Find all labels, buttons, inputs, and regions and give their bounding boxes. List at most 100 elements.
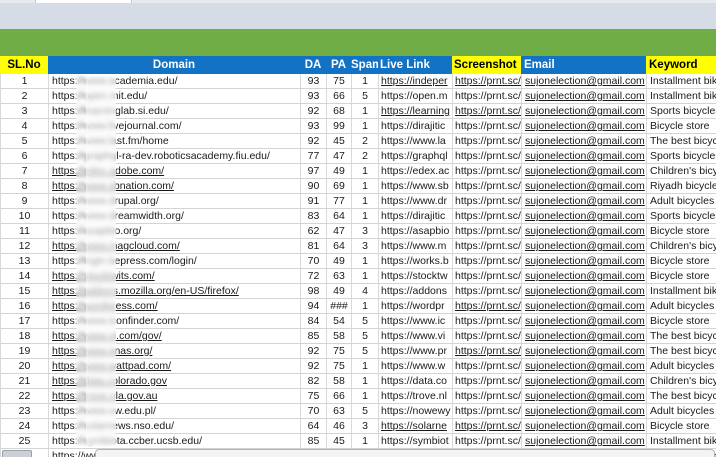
- email-link[interactable]: sujonelection@gmail.com: [522, 389, 647, 403]
- email-link[interactable]: sujonelection@gmail.com: [522, 239, 647, 253]
- email-link[interactable]: sujonelection@gmail.com: [522, 119, 647, 133]
- email-link[interactable]: sujonelection@gmail.com: [522, 404, 647, 418]
- live-link[interactable]: https://www.pr: [379, 344, 453, 358]
- scrollbar-corner[interactable]: [2, 450, 32, 457]
- screenshot-link[interactable]: https://prnt.sc/: [453, 314, 522, 328]
- email-link[interactable]: sujonelection@gmail.com: [522, 419, 647, 433]
- live-link[interactable]: https://solarne: [379, 419, 453, 433]
- live-link[interactable]: https://nowewy: [379, 404, 453, 418]
- screenshot-link[interactable]: https://prnt.sc/: [453, 224, 522, 238]
- screenshot-link[interactable]: https://prnt.sc/: [453, 134, 522, 148]
- screenshot-link[interactable]: https://prnt.sc/: [453, 329, 522, 343]
- domain-link[interactable]: https://www.drupal.org/: [49, 194, 301, 208]
- live-link[interactable]: https://indeper: [379, 74, 453, 88]
- live-link[interactable]: https://data.co: [379, 374, 453, 388]
- email-link[interactable]: sujonelection@gmail.com: [522, 434, 647, 448]
- domain-link[interactable]: https://trove.nla.gov.au: [49, 389, 301, 403]
- live-link[interactable]: https://dirajitic: [379, 119, 453, 133]
- domain-link[interactable]: https://solarnews.nso.edu/: [49, 419, 301, 433]
- screenshot-link[interactable]: https://prnt.sc/: [453, 254, 522, 268]
- live-link[interactable]: https://works.b: [379, 254, 453, 268]
- header-keyword[interactable]: Keyword: [646, 56, 716, 74]
- domain-link[interactable]: https://www.academia.edu/: [49, 74, 301, 88]
- domain-link[interactable]: https://edex.adobe.com/: [49, 164, 301, 178]
- domain-link[interactable]: https://open.mit.edu/: [49, 89, 301, 103]
- screenshot-link[interactable]: https://prnt.sc/: [453, 104, 522, 118]
- screenshot-link[interactable]: https://prnt.sc/: [453, 149, 522, 163]
- domain-link[interactable]: https://www.iconfinder.com/: [49, 314, 301, 328]
- email-link[interactable]: sujonelection@gmail.com: [522, 269, 647, 283]
- screenshot-link[interactable]: https://prnt.sc/: [453, 269, 522, 283]
- live-link[interactable]: https://www.m: [379, 239, 453, 253]
- email-link[interactable]: sujonelection@gmail.com: [522, 359, 647, 373]
- domain-link[interactable]: https://www.livejournal.com/: [49, 119, 301, 133]
- email-link[interactable]: sujonelection@gmail.com: [522, 374, 647, 388]
- header-spam-score[interactable]: Spam Score: [351, 56, 378, 74]
- domain-link[interactable]: https://www.pnas.org/: [49, 344, 301, 358]
- screenshot-link[interactable]: https://prnt.sc/: [453, 434, 522, 448]
- header-live-link[interactable]: Live Link: [378, 56, 452, 74]
- email-link[interactable]: sujonelection@gmail.com: [522, 284, 647, 298]
- header-da[interactable]: DA: [300, 56, 326, 74]
- email-link[interactable]: sujonelection@gmail.com: [522, 89, 647, 103]
- domain-link[interactable]: https://www.last.fm/home: [49, 134, 301, 148]
- email-link[interactable]: sujonelection@gmail.com: [522, 209, 647, 223]
- email-link[interactable]: sujonelection@gmail.com: [522, 179, 647, 193]
- screenshot-link[interactable]: https://prnt.sc/: [453, 284, 522, 298]
- live-link[interactable]: https://symbiot: [379, 434, 453, 448]
- live-link[interactable]: https://trove.nl: [379, 389, 453, 403]
- header-email[interactable]: Email: [521, 56, 646, 74]
- domain-link[interactable]: https://login.bepress.com/login/: [49, 254, 301, 268]
- email-link[interactable]: sujonelection@gmail.com: [522, 194, 647, 208]
- domain-link[interactable]: https://www.vi.com/gov/: [49, 329, 301, 343]
- header-screenshot[interactable]: Screenshot: [452, 56, 521, 74]
- domain-link[interactable]: https://asapbio.org/: [49, 224, 301, 238]
- email-link[interactable]: sujonelection@gmail.com: [522, 74, 647, 88]
- screenshot-link[interactable]: https://prnt.sc/: [453, 209, 522, 223]
- domain-link[interactable]: https://www.wattpad.com/: [49, 359, 301, 373]
- live-link[interactable]: https://www.sb: [379, 179, 453, 193]
- screenshot-link[interactable]: https://prnt.sc/: [453, 194, 522, 208]
- live-link[interactable]: https://www.dr: [379, 194, 453, 208]
- email-link[interactable]: sujonelection@gmail.com: [522, 104, 647, 118]
- screenshot-link[interactable]: https://prnt.sc/: [453, 299, 522, 313]
- live-link[interactable]: https://open.m: [379, 89, 453, 103]
- live-link[interactable]: https://edex.ac: [379, 164, 453, 178]
- email-link[interactable]: sujonelection@gmail.com: [522, 299, 647, 313]
- screenshot-link[interactable]: https://prnt.sc/: [453, 419, 522, 433]
- live-link[interactable]: https://www.vi: [379, 329, 453, 343]
- email-link[interactable]: sujonelection@gmail.com: [522, 254, 647, 268]
- domain-link[interactable]: https://www.uw.edu.pl/: [49, 404, 301, 418]
- domain-link[interactable]: https://www.dreamwidth.org/: [49, 209, 301, 223]
- domain-link[interactable]: https://www.sbnation.com/: [49, 179, 301, 193]
- email-link[interactable]: sujonelection@gmail.com: [522, 149, 647, 163]
- live-link[interactable]: https://wordpr: [379, 299, 453, 313]
- screenshot-link[interactable]: https://prnt.sc/: [453, 389, 522, 403]
- live-link[interactable]: https://dirajitic: [379, 209, 453, 223]
- header-slno[interactable]: SL.No: [0, 56, 48, 74]
- domain-link[interactable]: https://wordpress.com/: [49, 299, 301, 313]
- email-link[interactable]: sujonelection@gmail.com: [522, 329, 647, 343]
- domain-link[interactable]: https://addons.mozilla.org/en-US/firefox…: [49, 284, 301, 298]
- email-link[interactable]: sujonelection@gmail.com: [522, 134, 647, 148]
- screenshot-link[interactable]: https://prnt.sc/: [453, 404, 522, 418]
- domain-link[interactable]: https://www.magcloud.com/: [49, 239, 301, 253]
- live-link[interactable]: https://www.w: [379, 359, 453, 373]
- screenshot-link[interactable]: https://prnt.sc/: [453, 119, 522, 133]
- domain-link[interactable]: https://learninglab.si.edu/: [49, 104, 301, 118]
- screenshot-link[interactable]: https://prnt.sc/: [453, 179, 522, 193]
- domain-link[interactable]: https://graphql-ra-dev.roboticsacademy.f…: [49, 149, 301, 163]
- live-link[interactable]: https://graphql: [379, 149, 453, 163]
- live-link[interactable]: https://stocktw: [379, 269, 453, 283]
- live-link[interactable]: https://www.la: [379, 134, 453, 148]
- email-link[interactable]: sujonelection@gmail.com: [522, 224, 647, 238]
- email-link[interactable]: sujonelection@gmail.com: [522, 344, 647, 358]
- domain-link[interactable]: https://symbiota.ccber.ucsb.edu/: [49, 434, 301, 448]
- domain-link[interactable]: https://stocktwits.com/: [49, 269, 301, 283]
- live-link[interactable]: https://www.ic: [379, 314, 453, 328]
- screenshot-link[interactable]: https://prnt.sc/: [453, 164, 522, 178]
- screenshot-link[interactable]: https://prnt.sc/: [453, 374, 522, 388]
- screenshot-link[interactable]: https://prnt.sc/: [453, 239, 522, 253]
- email-link[interactable]: sujonelection@gmail.com: [522, 164, 647, 178]
- screenshot-link[interactable]: https://prnt.sc/: [453, 74, 522, 88]
